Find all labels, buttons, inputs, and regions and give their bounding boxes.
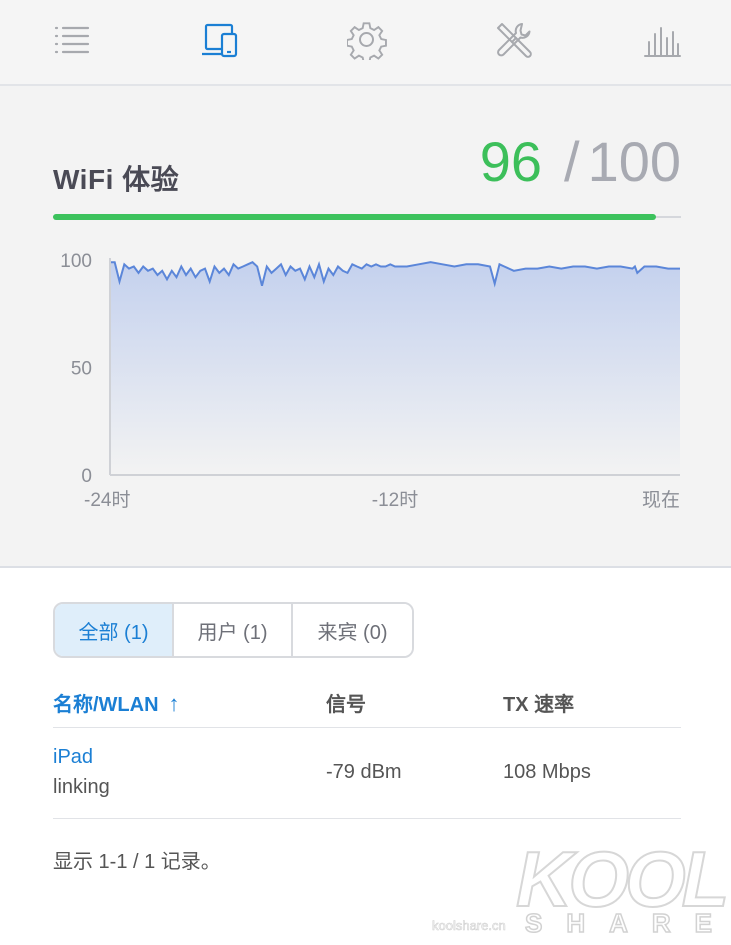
client-filter-tabs: 全部 (1) 用户 (1) 来宾 (0) (53, 602, 414, 658)
column-header-tx-rate[interactable]: TX 速率 (503, 688, 574, 717)
watermark-sub: SHARE (524, 907, 731, 939)
column-header-name-label: 名称/WLAN (53, 694, 159, 716)
wifi-experience-chart: 100 50 0 -24时 -12时 现在 (40, 236, 700, 516)
client-tx-rate: 108 Mbps (503, 761, 591, 783)
list-icon (54, 26, 90, 54)
watermark-site: koolshare.cn (432, 918, 506, 934)
koolshare-watermark-logo: KOOL SHARE koolshare.cn (430, 837, 731, 945)
wifi-score-separator: / (564, 130, 580, 193)
wifi-experience-panel: WiFi 体验 96/100 100 50 0 -24时 -12时 现在 (0, 86, 731, 568)
devices-icon-button[interactable] (198, 18, 242, 62)
progress-fill (53, 214, 656, 220)
top-nav (0, 0, 731, 86)
column-header-name-wlan[interactable]: 名称/WLAN ↑ (53, 688, 180, 717)
y-tick-label: 0 (81, 466, 92, 487)
bar-chart-icon (644, 27, 681, 57)
y-tick-label: 50 (71, 359, 92, 380)
table-row-divider (53, 818, 681, 819)
settings-icon-button[interactable] (345, 18, 389, 62)
devices-icon (202, 23, 238, 58)
tools-icon-button[interactable] (492, 18, 536, 62)
chart-area-fill (110, 262, 680, 475)
x-tick-label: -12时 (372, 489, 418, 511)
wifi-experience-title: WiFi 体验 (53, 164, 180, 195)
records-summary: 显示 1-1 / 1 记录。 (53, 851, 221, 873)
list-icon-button[interactable] (50, 18, 94, 62)
statistics-icon-button[interactable] (640, 18, 684, 62)
column-header-signal[interactable]: 信号 (326, 688, 366, 717)
wifi-score-max: 100 (587, 130, 681, 193)
wifi-experience-chart-svg: 100 50 0 -24时 -12时 现在 (60, 251, 680, 511)
tab-all[interactable]: 全部 (1) (55, 604, 174, 656)
client-wlan: linking (53, 776, 110, 798)
x-tick-label: -24时 (84, 489, 130, 511)
x-tick-label: 现在 (642, 489, 680, 511)
table-header-divider (53, 727, 681, 728)
tab-guests[interactable]: 来宾 (0) (293, 604, 412, 656)
wifi-score-value: 96 (479, 130, 542, 193)
sort-ascending-icon: ↑ (168, 691, 180, 716)
wifi-score: 96 /100 (480, 132, 681, 192)
tab-users[interactable]: 用户 (1) (174, 604, 293, 656)
y-tick-label: 100 (60, 251, 92, 272)
gear-icon (347, 22, 387, 60)
wifi-score-progress-bar (53, 214, 681, 220)
client-signal: -79 dBm (326, 761, 402, 783)
client-name-link[interactable]: iPad (53, 746, 93, 769)
tools-icon (497, 23, 532, 58)
